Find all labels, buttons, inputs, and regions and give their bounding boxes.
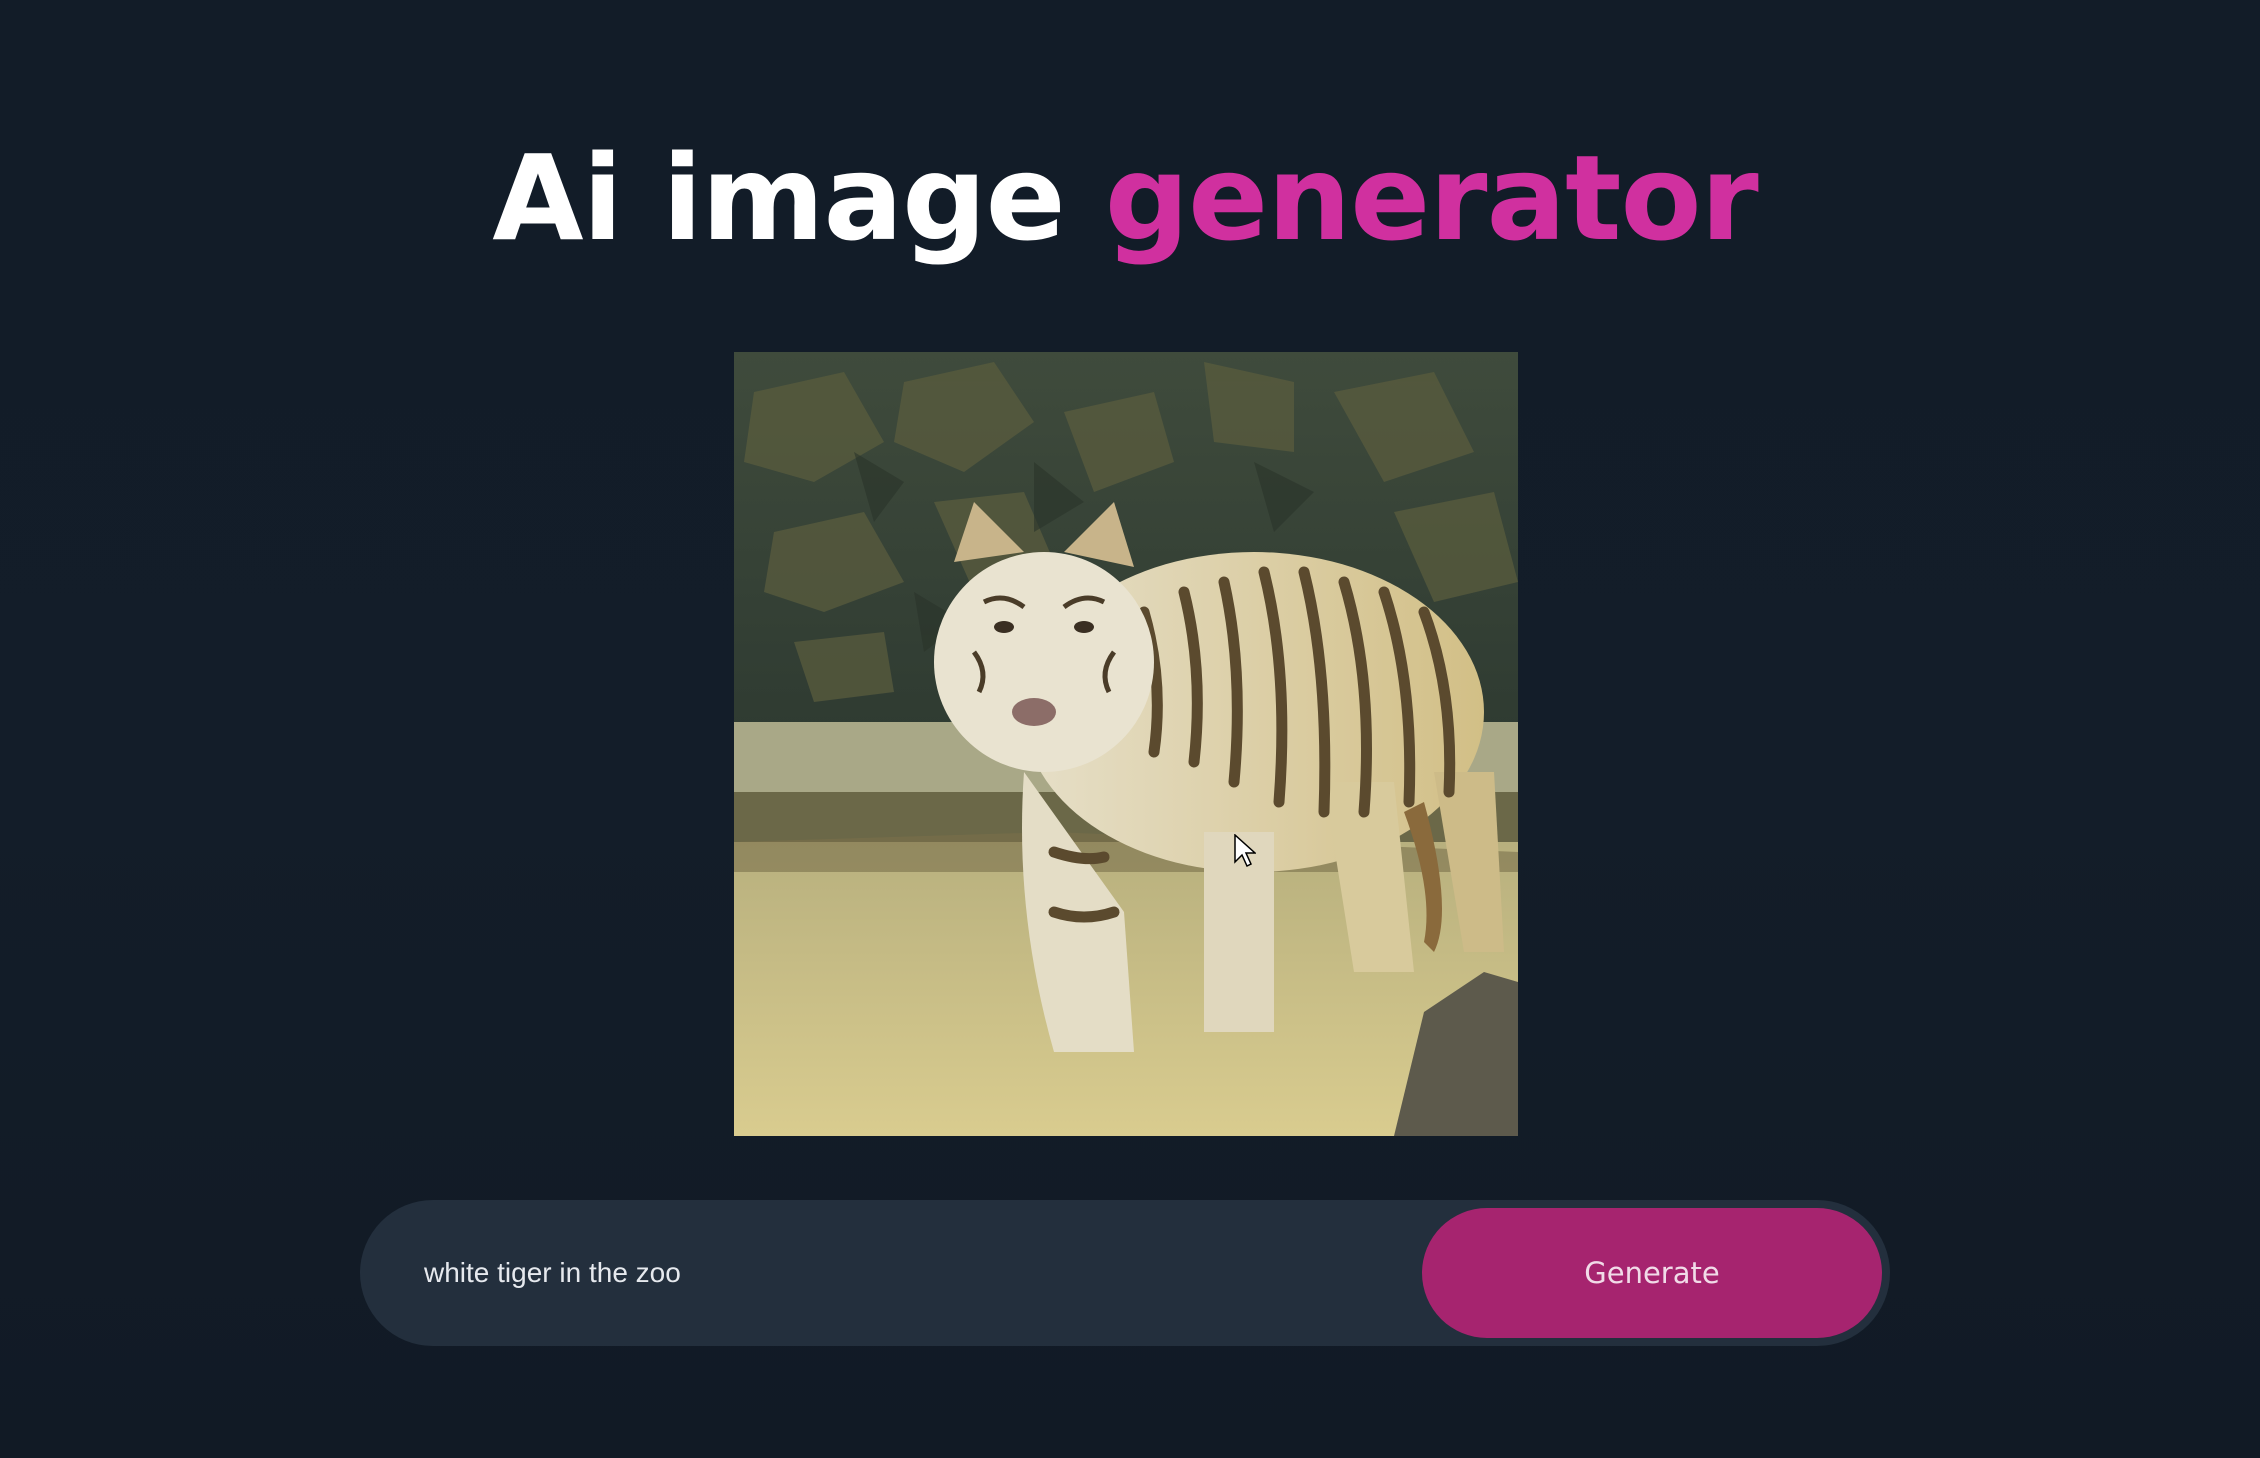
tiger-image-icon xyxy=(734,352,1518,1136)
prompt-bar: Generate xyxy=(360,1200,1890,1346)
generate-button[interactable]: Generate xyxy=(1422,1208,1882,1338)
title-accent: generator xyxy=(1104,129,1759,267)
generated-image xyxy=(734,352,1518,1136)
title-main: Ai image xyxy=(492,129,1065,267)
page-title: Ai image generator xyxy=(0,128,2250,268)
mouse-cursor-icon xyxy=(1234,834,1256,868)
prompt-input[interactable] xyxy=(424,1238,1344,1308)
